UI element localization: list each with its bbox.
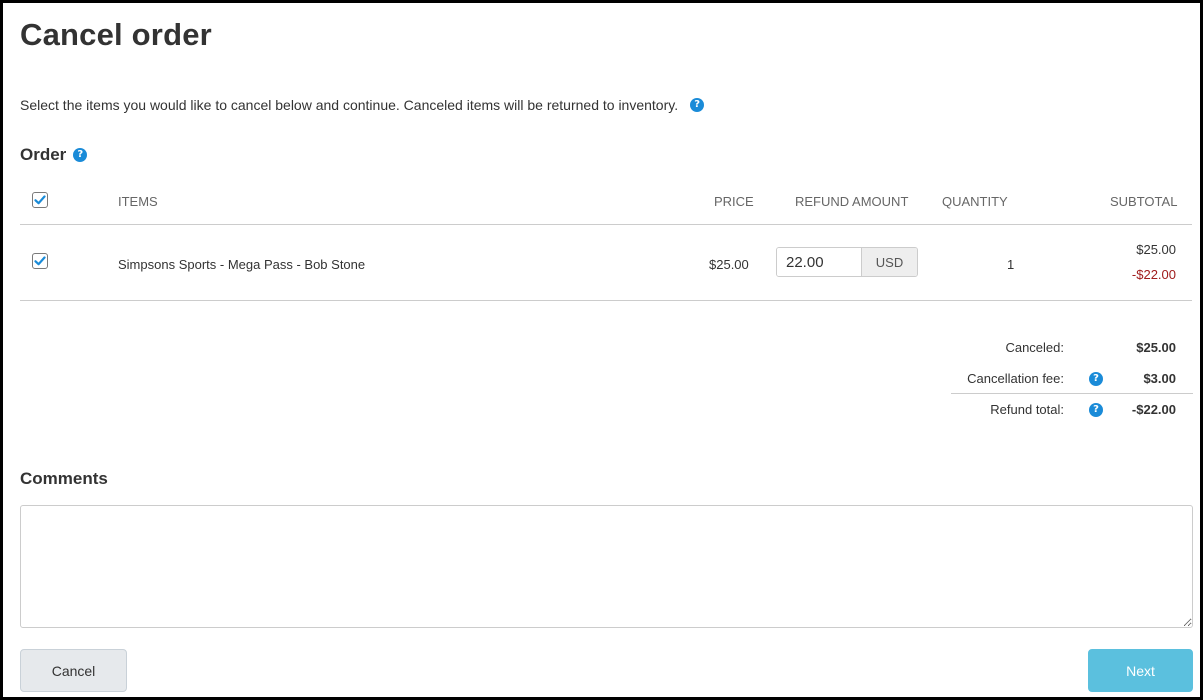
- help-icon[interactable]: ?: [690, 98, 705, 112]
- help-icon[interactable]: ?: [1089, 372, 1103, 386]
- check-icon: [34, 195, 46, 205]
- column-header-subtotal: SUBTOTAL: [1110, 194, 1178, 209]
- help-icon[interactable]: ?: [73, 148, 88, 162]
- intro-text: Select the items you would like to cance…: [20, 97, 679, 113]
- page-title: Cancel order: [20, 17, 212, 52]
- row-divider: [20, 300, 1192, 301]
- cancellation-fee-label: Cancellation fee:: [967, 371, 1064, 386]
- summary-divider: [951, 393, 1193, 394]
- column-header-price: PRICE: [714, 194, 754, 209]
- refund-currency-addon: USD: [861, 248, 917, 276]
- column-header-refund-amount: REFUND AMOUNT: [795, 194, 909, 209]
- item-price: $25.00: [709, 257, 749, 272]
- refund-amount-field: USD: [776, 247, 918, 277]
- item-name: Simpsons Sports - Mega Pass - Bob Stone: [118, 257, 366, 272]
- comments-title: Comments: [20, 469, 108, 488]
- item-quantity: 1: [1007, 257, 1015, 272]
- cancellation-fee-value: $3.00: [1143, 371, 1176, 386]
- help-icon[interactable]: ?: [1089, 403, 1103, 417]
- check-icon: [34, 256, 46, 266]
- refund-total-label: Refund total:: [990, 402, 1064, 417]
- canceled-label: Canceled:: [1005, 340, 1064, 355]
- item-subtotal-refund: -$22.00: [1131, 267, 1176, 282]
- order-section-title: Order: [20, 145, 67, 164]
- canceled-value: $25.00: [1136, 340, 1176, 355]
- header-divider: [20, 224, 1192, 225]
- refund-total-value: -$22.00: [1131, 402, 1176, 417]
- column-header-quantity: QUANTITY: [942, 194, 1008, 209]
- item-checkbox[interactable]: [32, 253, 48, 269]
- cancel-button[interactable]: Cancel: [20, 649, 127, 692]
- refund-amount-input[interactable]: [777, 248, 861, 276]
- select-all-checkbox[interactable]: [32, 192, 48, 208]
- column-header-items: ITEMS: [118, 194, 158, 209]
- order-section-header: Order ?: [20, 145, 88, 165]
- cancel-order-panel: Cancel order Select the items you would …: [0, 0, 1203, 700]
- intro-text-row: Select the items you would like to cance…: [20, 97, 705, 113]
- comments-textarea[interactable]: [20, 505, 1193, 628]
- item-subtotal: $25.00: [1136, 242, 1176, 257]
- next-button[interactable]: Next: [1088, 649, 1193, 692]
